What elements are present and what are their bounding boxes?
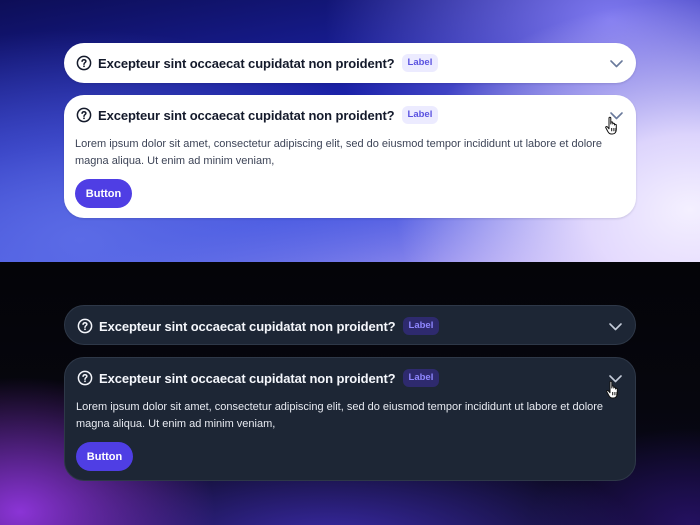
accordion-item-expanded[interactable]: Excepteur sint occaecat cupidatat non pr… <box>64 95 636 218</box>
label-badge: Label <box>401 106 439 124</box>
accordion-item-collapsed[interactable]: Excepteur sint occaecat cupidatat non pr… <box>64 305 636 345</box>
question-circle-icon <box>76 107 92 123</box>
hand-pointer-icon <box>605 116 617 135</box>
accordion-header[interactable]: Excepteur sint occaecat cupidatat non pr… <box>65 306 635 346</box>
accordion-header[interactable]: Excepteur sint occaecat cupidatat non pr… <box>64 95 636 135</box>
accordion-body-text: Lorem ipsum dolor sit amet, consectetur … <box>76 401 604 430</box>
primary-button[interactable]: Button <box>75 179 132 208</box>
accordion-title: Excepteur sint occaecat cupidatat non pr… <box>98 107 395 123</box>
question-circle-icon <box>76 55 92 71</box>
accordion-item-collapsed[interactable]: Excepteur sint occaecat cupidatat non pr… <box>64 43 636 83</box>
accordion-title: Excepteur sint occaecat cupidatat non pr… <box>99 318 396 334</box>
chevron-down-icon[interactable] <box>609 56 624 71</box>
primary-button[interactable]: Button <box>76 442 133 471</box>
light-theme-panel: Excepteur sint occaecat cupidatat non pr… <box>0 0 700 262</box>
accordion-header[interactable]: Excepteur sint occaecat cupidatat non pr… <box>64 43 636 83</box>
label-badge: Label <box>402 369 440 387</box>
accordion-title: Excepteur sint occaecat cupidatat non pr… <box>98 55 395 71</box>
accordion-title: Excepteur sint occaecat cupidatat non pr… <box>99 370 396 386</box>
label-badge: Label <box>401 54 439 72</box>
question-circle-icon <box>77 370 93 386</box>
question-circle-icon <box>77 318 93 334</box>
accordion-item-expanded[interactable]: Excepteur sint occaecat cupidatat non pr… <box>64 357 636 481</box>
accordion-header[interactable]: Excepteur sint occaecat cupidatat non pr… <box>65 358 635 398</box>
accordion-body-text: Lorem ipsum dolor sit amet, consectetur … <box>75 138 603 167</box>
hand-pointer-icon <box>606 380 618 399</box>
label-badge: Label <box>402 317 440 335</box>
chevron-down-icon[interactable] <box>608 319 623 334</box>
dark-theme-panel: Excepteur sint occaecat cupidatat non pr… <box>0 262 700 525</box>
